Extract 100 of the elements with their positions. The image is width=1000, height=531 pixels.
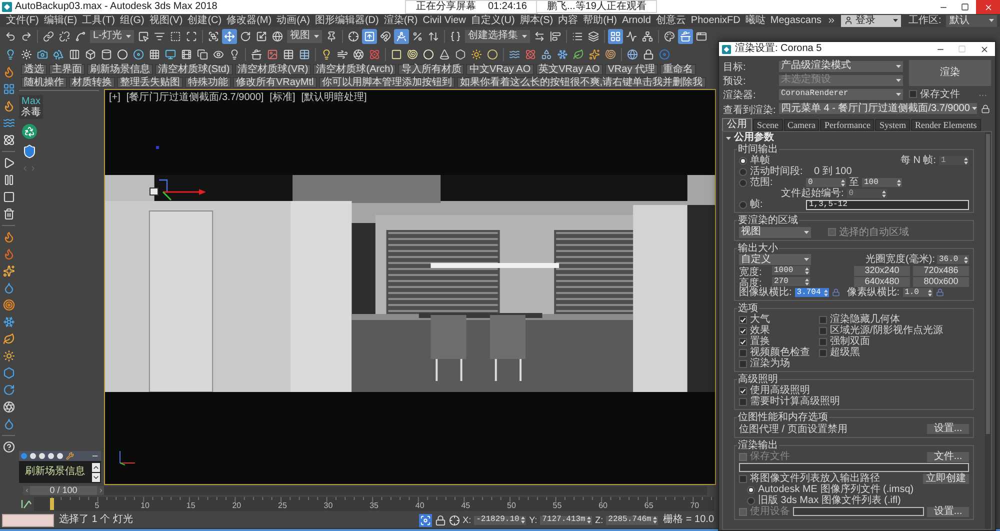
crosshair-icon[interactable]	[448, 514, 460, 526]
spinner-arrows-icon[interactable]	[521, 516, 526, 524]
coordinate-field[interactable]: 7127.413m	[540, 516, 592, 524]
menu-item[interactable]: 工具(T)	[82, 16, 115, 26]
spinner-arrows-icon[interactable]	[653, 516, 658, 524]
pot-icon[interactable]	[678, 28, 693, 44]
radio-button[interactable]	[739, 156, 747, 164]
checkbox[interactable]	[739, 398, 747, 406]
checkbox[interactable]	[909, 90, 917, 98]
disc-icon[interactable]	[131, 46, 146, 62]
spinner-arrows-icon[interactable]	[805, 266, 809, 274]
output-path-field[interactable]	[739, 463, 969, 472]
menu-item[interactable]: 文件(F)	[6, 16, 39, 26]
spinner-arrows-icon[interactable]	[824, 288, 828, 296]
dot-icon[interactable]	[21, 453, 27, 459]
coordinate-field[interactable]: -21829.10	[474, 516, 526, 524]
script-button[interactable]: 主界面	[49, 64, 85, 75]
dialog-button[interactable]: 320x240	[854, 266, 910, 276]
target-dropdown[interactable]: 产品级渲染模式	[779, 60, 903, 72]
shield-icon[interactable]	[22, 144, 37, 159]
menu-item[interactable]: 修改器(M)	[226, 16, 272, 26]
dialog-button[interactable]: 设置...	[927, 506, 969, 516]
tab[interactable]: System	[875, 119, 910, 131]
tab[interactable]: 公用	[722, 118, 752, 131]
pot-icon[interactable]	[249, 46, 264, 62]
align-icon[interactable]	[548, 28, 563, 44]
spinner-arrows-icon[interactable]	[841, 178, 845, 186]
wrench-icon[interactable]	[66, 452, 74, 460]
spinner-field[interactable]: 3.704	[794, 288, 829, 297]
script-button[interactable]: 随机操作	[21, 77, 67, 88]
sun-icon[interactable]	[2, 349, 16, 363]
circle-icon[interactable]	[421, 46, 436, 62]
dot-icon[interactable]	[57, 453, 63, 459]
network-icon[interactable]	[640, 28, 655, 44]
tab[interactable]: Performance	[820, 119, 874, 131]
menu-item[interactable]: Megascans	[770, 16, 822, 26]
script-button[interactable]: 清空材质球(VR)	[234, 64, 312, 75]
spinner-arrows-icon[interactable]	[897, 178, 901, 186]
script-button[interactable]: 刷新场景信息	[87, 64, 153, 75]
leaf-icon[interactable]	[2, 332, 16, 346]
checkbox[interactable]	[739, 474, 747, 482]
spinner-field[interactable]: 36.0	[937, 255, 969, 264]
time-slider[interactable]: 0 / 100	[23, 486, 104, 495]
menu-item[interactable]: Arnold	[622, 16, 651, 26]
cone-icon[interactable]	[437, 46, 452, 62]
scroll-down-icon[interactable]	[92, 472, 100, 482]
snowflake-icon[interactable]	[2, 315, 16, 329]
radio-button[interactable]	[747, 496, 755, 504]
spinner-field[interactable]: 0	[806, 178, 846, 187]
viewport-label[interactable]: [+]	[109, 93, 120, 104]
help-icon[interactable]	[2, 440, 16, 454]
script-button[interactable]: 你可以用脚本管理添加按钮到	[318, 77, 455, 88]
render-button[interactable]: 渲染	[909, 60, 991, 86]
tab[interactable]: Camera	[784, 119, 820, 131]
spinner-arrows-icon[interactable]	[805, 278, 809, 286]
lock-icon[interactable]	[641, 46, 656, 62]
viewport-label[interactable]: [餐厅门厅过道侧截面/3.7/9000]	[126, 93, 264, 104]
menu-item[interactable]: 渲染(R)	[384, 16, 418, 26]
checkbox[interactable]	[819, 316, 827, 324]
tab[interactable]: Render Elements	[910, 119, 981, 131]
toolbar-dropdown[interactable]: 视图	[286, 30, 322, 42]
dialog-button[interactable]: 640x480	[854, 276, 910, 286]
target-icon[interactable]	[2, 298, 16, 312]
sign-in-dropdown[interactable]: 登录	[840, 14, 901, 26]
viewport-label[interactable]: [默认明暗处理]	[301, 93, 367, 104]
sparkles-icon[interactable]	[587, 46, 602, 62]
menu-item[interactable]: 脚本(S)	[520, 16, 554, 26]
renderer-dropdown[interactable]: CoronaRenderer	[779, 88, 903, 100]
globe-icon[interactable]	[270, 28, 285, 44]
circle-icon[interactable]	[115, 46, 130, 62]
key-mode-icon[interactable]	[20, 499, 32, 509]
radio-button[interactable]	[739, 178, 747, 186]
menu-item[interactable]: 创意云	[656, 16, 686, 26]
script-button[interactable]: 清空材质球(Arch)	[313, 64, 396, 75]
hexagon-icon[interactable]	[2, 366, 16, 380]
grid-icon[interactable]	[608, 28, 623, 44]
coordinate-field[interactable]: 2285.746m	[606, 516, 658, 524]
link-icon[interactable]	[41, 28, 56, 44]
dot-icon[interactable]	[39, 453, 45, 459]
script-button[interactable]: 如果你看着这么长的按钮很不爽,请右键单击我并删除我	[456, 77, 706, 88]
script-button[interactable]: 透选	[21, 64, 47, 75]
workspace-dropdown[interactable]: 默认	[946, 14, 997, 26]
copy-icon[interactable]	[195, 46, 210, 62]
layers-icon[interactable]	[586, 28, 601, 44]
script-button[interactable]: VRay 代理	[604, 64, 658, 75]
menu-item[interactable]: Civil View	[422, 16, 466, 26]
menu-item[interactable]: 组(G)	[120, 16, 144, 26]
radio-button[interactable]	[739, 168, 747, 176]
menu-item[interactable]: 自定义(U)	[470, 16, 515, 26]
script-button[interactable]: 材质转换	[69, 77, 115, 88]
checkbox[interactable]	[739, 348, 747, 356]
viewport[interactable]: [+] [餐厅门厅过道侧截面/3.7/9000] [标准] [默认明暗处理]	[104, 89, 716, 485]
menu-item[interactable]: 编辑(E)	[44, 16, 78, 26]
dialog-button[interactable]: 设置...	[927, 424, 969, 434]
next-frame-button[interactable]	[97, 486, 104, 495]
time-slider-track[interactable]: 0 / 100	[23, 486, 707, 495]
maxscript-listener-field[interactable]	[2, 514, 54, 526]
script-button[interactable]: 修改所有VRayMtl	[233, 77, 317, 88]
menu-item[interactable]: 曦哒	[745, 16, 766, 26]
spinner-field[interactable]: 1.0	[902, 288, 933, 297]
